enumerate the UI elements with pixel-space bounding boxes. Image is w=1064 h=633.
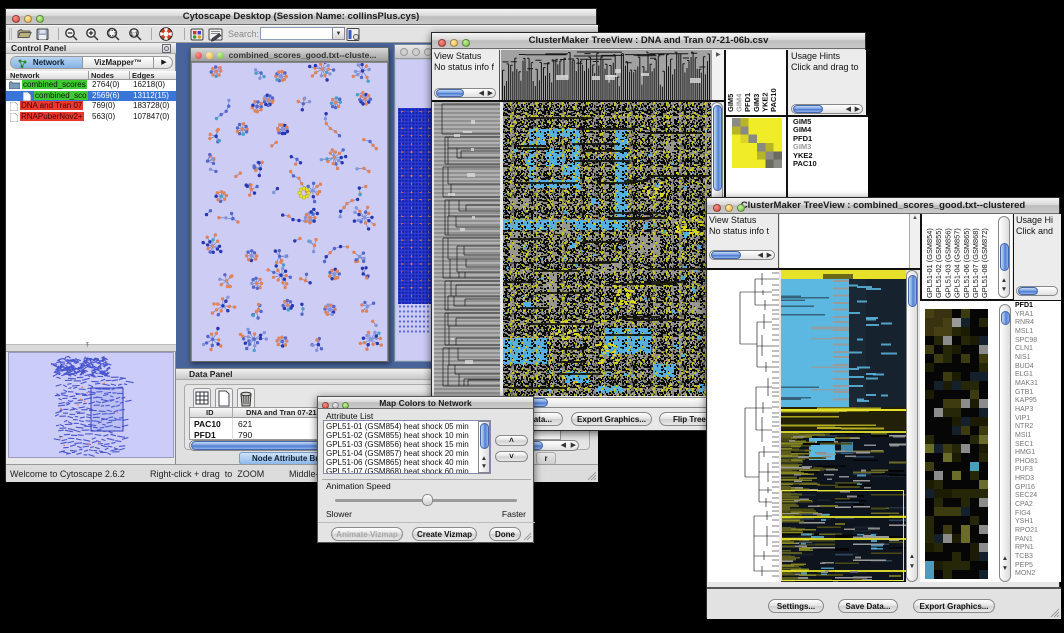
svg-text:GPL51-01 (GSM854): GPL51-01 (GSM854) [925,228,934,298]
svg-text:GPL51-04 (GSM857): GPL51-04 (GSM857) [953,228,962,298]
svg-text:GPL51-08 (GSM872): GPL51-08 (GSM872) [980,228,989,298]
svg-text:GPL51-03 (GSM856): GPL51-03 (GSM856) [943,228,952,298]
svg-text:GPL51-06 (GSM865): GPL51-06 (GSM865) [962,228,971,298]
svg-text:PAC10: PAC10 [769,88,778,112]
svg-text:GPL51-02 (GSM855): GPL51-02 (GSM855) [934,228,943,298]
svg-text:GPL51-07 (GSM868): GPL51-07 (GSM868) [971,228,980,298]
svg-text:1:1: 1:1 [130,32,137,38]
